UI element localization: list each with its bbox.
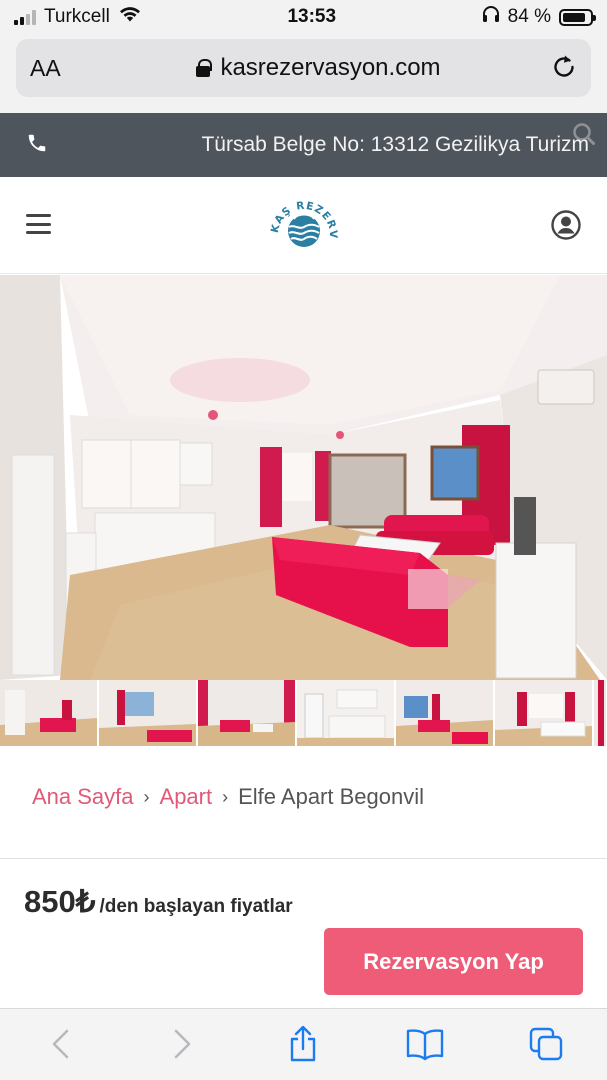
license-marquee: Türsab Belge No: 13312 Gezilikya Turizm — [201, 133, 589, 156]
thumbnail-1[interactable] — [0, 680, 97, 746]
back-icon[interactable] — [31, 1019, 91, 1069]
bookmarks-icon[interactable] — [395, 1019, 455, 1069]
section-divider — [0, 858, 607, 859]
search-icon[interactable] — [571, 121, 597, 152]
clock: 13:53 — [287, 6, 337, 27]
wifi-icon — [118, 5, 142, 29]
price-suffix: /den başlayan fiyatlar — [99, 896, 293, 917]
signal-icon — [14, 9, 36, 25]
reload-icon[interactable] — [547, 52, 577, 85]
site-header: KAŞ REZERVASYON — [0, 177, 607, 274]
thumbnail-7-partial[interactable] — [594, 680, 606, 746]
address-bar[interactable]: AA kasrezervasyon.com — [16, 39, 591, 97]
breadcrumb-separator: › — [222, 786, 229, 807]
phone-icon[interactable] — [26, 132, 54, 159]
breadcrumb-current: Elfe Apart Begonvil — [238, 784, 425, 809]
thumbnail-2[interactable] — [99, 680, 196, 746]
logo-graphic: KAŞ REZERVASYON — [259, 178, 338, 247]
browser-toolbar — [0, 1008, 607, 1080]
share-icon[interactable] — [273, 1019, 333, 1069]
price-value: 850₺ — [24, 884, 96, 919]
url-field[interactable]: kasrezervasyon.com — [90, 54, 547, 82]
text-size-label: AA — [30, 54, 61, 81]
thumbnail-3[interactable] — [198, 680, 295, 746]
breadcrumb-category-link[interactable]: Apart — [160, 784, 213, 810]
hero-photo[interactable] — [0, 275, 607, 680]
carrier-name: Turkcell — [44, 6, 110, 27]
thumbnail-5[interactable] — [396, 680, 493, 746]
lock-icon — [196, 59, 213, 77]
headphones-icon — [482, 5, 500, 29]
breadcrumb: Ana Sayfa › Apart › Elfe Apart Begonvil — [32, 784, 424, 810]
breadcrumb-separator: › — [143, 786, 150, 807]
text-size-button[interactable]: AA — [30, 55, 90, 82]
breadcrumb-home-link[interactable]: Ana Sayfa — [32, 784, 134, 810]
url-text: kasrezervasyon.com — [220, 54, 441, 81]
thumbnail-4[interactable] — [297, 680, 394, 746]
user-icon[interactable] — [551, 210, 581, 245]
battery-icon — [558, 8, 596, 26]
top-info-bar: Türsab Belge No: 13312 Gezilikya Turizm — [0, 113, 607, 177]
living-room-image — [0, 275, 607, 680]
tabs-icon[interactable] — [516, 1019, 576, 1069]
browser-chrome: AA kasrezervasyon.com — [0, 34, 607, 113]
thumbnail-6[interactable] — [495, 680, 592, 746]
battery-fill — [562, 12, 585, 22]
forward-icon[interactable] — [152, 1019, 212, 1069]
reserve-button[interactable]: Rezervasyon Yap — [324, 928, 583, 995]
hamburger-menu-icon[interactable] — [26, 214, 51, 234]
status-right: 84 % — [482, 5, 596, 29]
status-left: Turkcell — [14, 5, 142, 29]
site-logo[interactable]: KAŞ REZERVASYON — [259, 178, 344, 265]
status-bar: Turkcell 13:53 84 % — [0, 0, 607, 34]
thumbnail-strip — [0, 680, 607, 746]
price-block: 850₺ /den başlayan fiyatlar — [24, 884, 293, 920]
battery-percent: 84 % — [507, 6, 551, 27]
